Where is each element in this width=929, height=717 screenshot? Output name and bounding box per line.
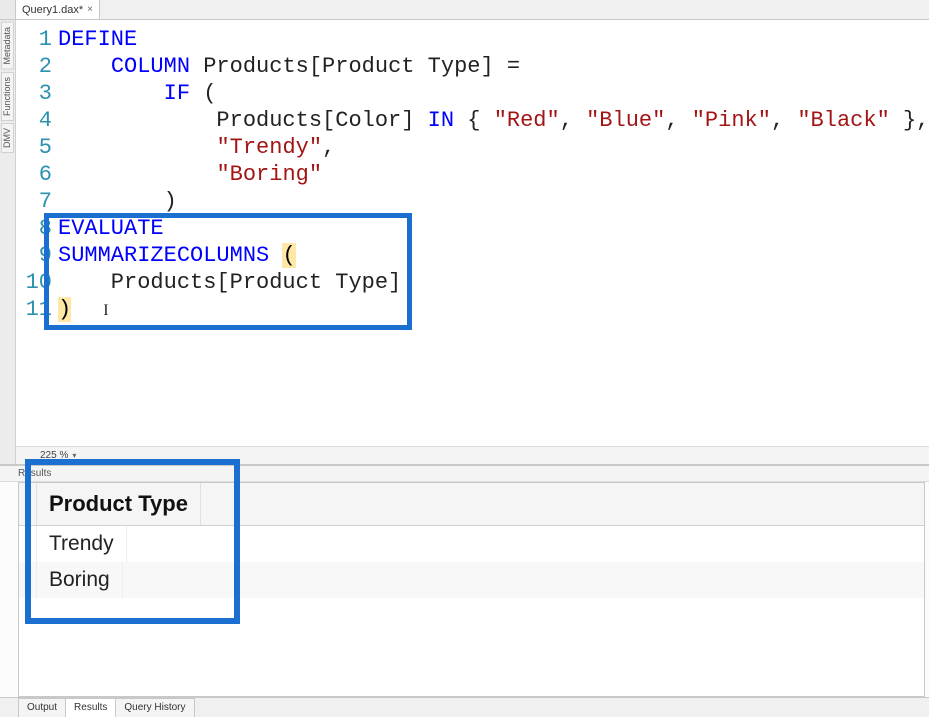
code-content[interactable]: "Boring" [58, 161, 929, 188]
table-row[interactable]: Trendy [19, 526, 924, 562]
code-line[interactable]: 4 Products[Color] IN { "Red", "Blue", "P… [16, 107, 929, 134]
code-line[interactable]: 5 "Trendy", [16, 134, 929, 161]
text-token: , [771, 108, 797, 133]
document-tab-strip: Query1.dax* × [0, 0, 929, 20]
line-number: 9 [16, 242, 58, 269]
line-number: 5 [16, 134, 58, 161]
text-token: }, [890, 108, 929, 133]
row-selector-header [19, 483, 37, 525]
keyword-token: COLUMN [111, 54, 190, 79]
string-token: "Blue" [586, 108, 665, 133]
code-scroll[interactable]: 1DEFINE2 COLUMN Products[Product Type] =… [16, 20, 929, 446]
cell-value: Boring [37, 562, 123, 598]
text-token: { [454, 108, 494, 133]
string-token: "Red" [494, 108, 560, 133]
code-line[interactable]: 1DEFINE [16, 26, 929, 53]
zoom-value[interactable]: 225 % [40, 450, 68, 461]
code-content[interactable]: ) [58, 188, 929, 215]
line-number: 10 [16, 269, 58, 296]
text-token: , [560, 108, 586, 133]
code-content[interactable]: IF ( [58, 80, 929, 107]
text-token: ( [190, 81, 216, 106]
document-tab[interactable]: Query1.dax* × [16, 0, 100, 19]
row-selector[interactable] [19, 526, 37, 562]
text-token: Products[Product Type] [58, 270, 401, 295]
string-token: "Boring" [216, 162, 322, 187]
document-tab-title: Query1.dax* [22, 4, 83, 16]
code-line[interactable]: 7 ) [16, 188, 929, 215]
table-header-row: Product Type [19, 483, 924, 526]
side-tab-dmv[interactable]: DMV [1, 123, 14, 153]
column-header-product-type[interactable]: Product Type [37, 483, 201, 525]
code-line[interactable]: 2 COLUMN Products[Product Type] = [16, 53, 929, 80]
close-icon[interactable]: × [87, 4, 93, 15]
text-token: Products[Color] [58, 108, 428, 133]
text-token: , [322, 135, 335, 160]
text-token [58, 162, 216, 187]
text-token [269, 243, 282, 268]
side-tab-metadata[interactable]: Metadata [1, 22, 14, 70]
text-token [58, 54, 111, 79]
keyword-token: IF [164, 81, 190, 106]
tab-results[interactable]: Results [65, 698, 116, 717]
text-token [58, 81, 164, 106]
line-number: 8 [16, 215, 58, 242]
results-pane: Results Product Type Trendy Boring Outpu… [0, 465, 929, 717]
side-tab-well: Metadata Functions DMV [0, 20, 16, 464]
keyword-token: DEFINE [58, 27, 137, 52]
code-line[interactable]: 6 "Boring" [16, 161, 929, 188]
editor-area: Metadata Functions DMV 1DEFINE2 COLUMN P… [0, 20, 929, 465]
code-content[interactable]: COLUMN Products[Product Type] = [58, 53, 929, 80]
code-content[interactable]: Products[Product Type] [58, 269, 929, 296]
text-token: , [665, 108, 691, 133]
code-line[interactable]: 10 Products[Product Type] [16, 269, 929, 296]
table-row[interactable]: Boring [19, 562, 924, 598]
code-content[interactable]: ) I [58, 296, 929, 324]
line-number: 2 [16, 53, 58, 80]
results-table: Product Type Trendy Boring [19, 483, 924, 598]
string-token: "Black" [797, 108, 889, 133]
code-editor[interactable]: 1DEFINE2 COLUMN Products[Product Type] =… [16, 20, 929, 464]
matched-bracket: ) [58, 297, 71, 322]
code-content[interactable]: SUMMARIZECOLUMNS ( [58, 242, 929, 269]
code-content[interactable]: Products[Color] IN { "Red", "Blue", "Pin… [58, 107, 929, 134]
tab-query-history[interactable]: Query History [115, 698, 194, 717]
code-content[interactable]: DEFINE [58, 26, 929, 53]
string-token: "Pink" [692, 108, 771, 133]
line-number: 4 [16, 107, 58, 134]
text-token [58, 135, 216, 160]
line-number: 7 [16, 188, 58, 215]
tab-strip-gutter [0, 0, 16, 19]
text-token: Products[Product Type] = [190, 54, 533, 79]
code-line[interactable]: 11) I [16, 296, 929, 324]
matched-bracket: ( [282, 243, 295, 268]
line-number: 1 [16, 26, 58, 53]
side-tab-functions[interactable]: Functions [1, 72, 14, 121]
line-number: 11 [16, 296, 58, 323]
text-token: ) [58, 189, 177, 214]
string-token: "Trendy" [216, 135, 322, 160]
code-content[interactable]: "Trendy", [58, 134, 929, 161]
row-selector[interactable] [19, 562, 37, 598]
line-number: 6 [16, 161, 58, 188]
line-number: 3 [16, 80, 58, 107]
code-content[interactable]: EVALUATE [58, 215, 929, 242]
code-line[interactable]: 3 IF ( [16, 80, 929, 107]
zoom-bar: 225 % ▾ [16, 446, 929, 464]
text-cursor-icon: I [71, 302, 108, 319]
results-title: Results [0, 466, 929, 482]
results-body: Product Type Trendy Boring [18, 482, 925, 697]
code-line[interactable]: 8EVALUATE [16, 215, 929, 242]
bottom-tab-strip: Output Results Query History [0, 697, 929, 717]
keyword-token: SUMMARIZECOLUMNS [58, 243, 269, 268]
code-line[interactable]: 9SUMMARIZECOLUMNS ( [16, 242, 929, 269]
chevron-down-icon[interactable]: ▾ [72, 451, 76, 460]
cell-value: Trendy [37, 526, 127, 562]
keyword-token: EVALUATE [58, 216, 164, 241]
tab-output[interactable]: Output [18, 698, 66, 717]
keyword-token: IN [428, 108, 454, 133]
